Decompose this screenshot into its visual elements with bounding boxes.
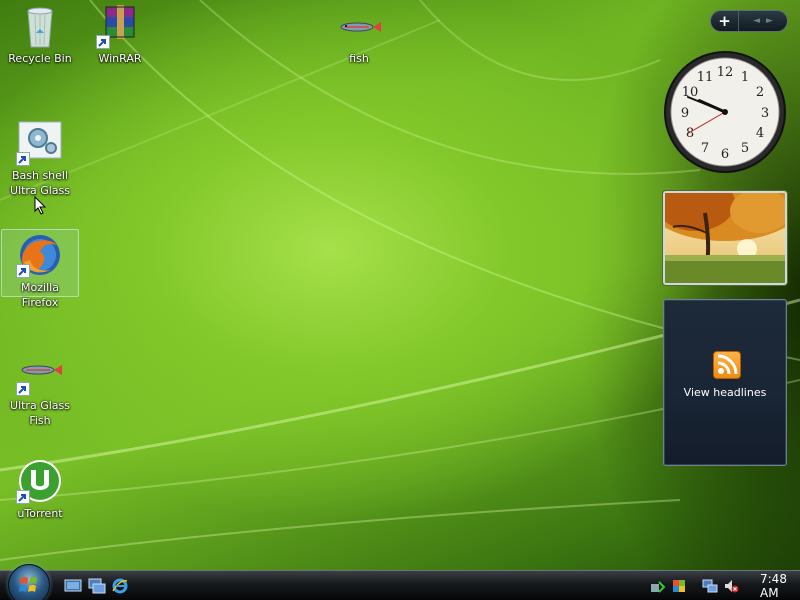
desktop-icon-bash-shell-ultra-glass[interactable]: Bash shell Ultra Glass	[1, 120, 79, 198]
svg-text:12: 12	[717, 65, 734, 80]
autumn-tree-photo	[665, 193, 785, 283]
svg-text:3: 3	[761, 106, 769, 121]
svg-text:2: 2	[756, 85, 764, 100]
notification-area: 7:48 AM	[646, 571, 800, 600]
desktop-icon-utorrent[interactable]: uTorrent	[1, 458, 79, 521]
svg-text:11: 11	[697, 70, 714, 85]
internet-explorer-icon[interactable]	[111, 577, 129, 595]
icon-label-line2: Fish	[29, 414, 51, 427]
next-page-button[interactable]: ►	[766, 16, 773, 26]
windows-logo-icon	[19, 577, 37, 592]
shortcut-arrow-icon	[96, 35, 110, 49]
add-gadget-button[interactable]: +	[711, 11, 739, 31]
recycle-bin-icon	[16, 3, 64, 49]
security-center-icon[interactable]	[671, 578, 687, 594]
clock-center	[722, 109, 728, 115]
desktop-icon-mozilla-firefox[interactable]: Mozilla Firefox	[1, 229, 79, 309]
network-icon[interactable]	[702, 578, 718, 594]
svg-text:5: 5	[741, 141, 749, 156]
icon-label: fish	[349, 52, 369, 65]
mouse-cursor-icon	[34, 196, 47, 215]
icon-label: Recycle Bin	[8, 52, 72, 65]
icon-label-line1: Bash shell	[11, 169, 69, 182]
network-status-icon[interactable]	[650, 578, 666, 594]
sidebar-controls: + ◄ ►	[710, 10, 788, 32]
svg-text:9: 9	[681, 106, 689, 121]
desktop-icon-ultra-glass-fish[interactable]: Ultra Glass Fish	[1, 350, 79, 428]
svg-text:6: 6	[721, 147, 729, 162]
slideshow-gadget[interactable]	[663, 191, 787, 285]
feed-headlines-gadget[interactable]: View headlines	[663, 299, 787, 466]
clock-time[interactable]: 7:48 AM	[760, 572, 800, 600]
previous-page-button[interactable]: ◄	[753, 16, 760, 26]
shortcut-arrow-icon	[16, 382, 30, 396]
gears-icon	[16, 120, 64, 166]
volume-muted-icon[interactable]	[723, 578, 739, 594]
switch-windows-icon[interactable]	[88, 577, 106, 595]
icon-label-line1: Ultra Glass	[10, 399, 70, 412]
firefox-icon	[16, 232, 64, 278]
start-button[interactable]	[8, 564, 50, 600]
utorrent-icon	[16, 458, 64, 504]
clock-gadget[interactable]: 12 1 2 3 4 5 6 7 8 9 10 11	[663, 50, 787, 174]
shortcut-arrow-icon	[16, 490, 30, 504]
desktop-icon-fish[interactable]: fish	[320, 3, 398, 66]
icon-label: uTorrent	[17, 507, 63, 520]
rss-icon	[713, 351, 741, 379]
winrar-icon	[96, 3, 144, 49]
taskbar: 7:48 AM	[0, 564, 800, 600]
desktop-icon-recycle-bin[interactable]: Recycle Bin	[1, 3, 79, 66]
fish-icon	[16, 350, 64, 396]
show-desktop-icon[interactable]	[64, 577, 82, 595]
desktop-icon-winrar[interactable]: WinRAR	[81, 3, 159, 66]
icon-label: Mozilla Firefox	[21, 281, 59, 309]
view-headlines-link[interactable]: View headlines	[664, 386, 786, 399]
svg-text:4: 4	[756, 126, 764, 141]
svg-text:7: 7	[701, 141, 709, 156]
fish-icon	[335, 3, 383, 49]
icon-label: WinRAR	[98, 52, 142, 65]
svg-text:1: 1	[741, 70, 749, 85]
shortcut-arrow-icon	[16, 264, 30, 278]
shortcut-arrow-icon	[16, 152, 30, 166]
